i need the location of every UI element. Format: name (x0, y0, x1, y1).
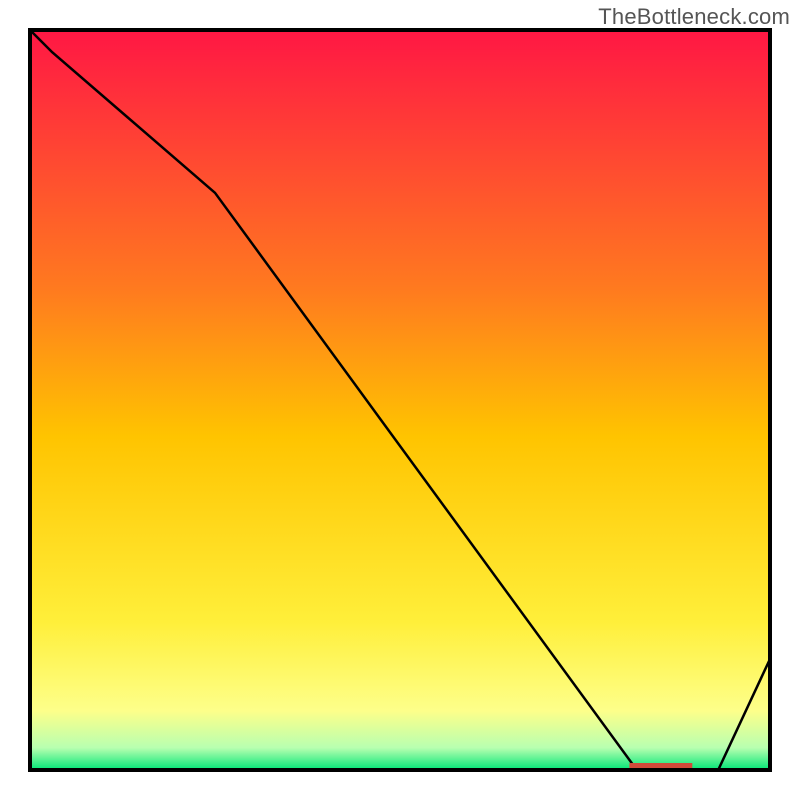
chart-stage: TheBottleneck.com (0, 0, 800, 800)
chart-svg (0, 0, 800, 800)
plot-background (30, 30, 770, 770)
watermark-text: TheBottleneck.com (598, 4, 790, 30)
